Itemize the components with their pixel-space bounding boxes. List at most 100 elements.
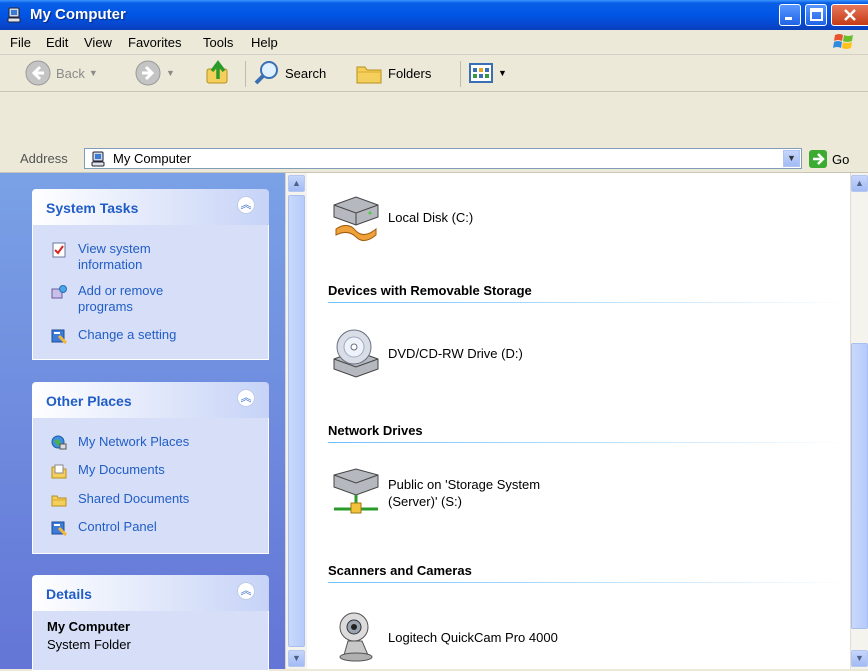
menu-help[interactable]: Help	[251, 35, 278, 50]
place-control-panel[interactable]: Control Panel	[51, 519, 157, 536]
details-panel: Details ︽ My Computer System Folder	[32, 575, 269, 671]
system-tasks-panel: System Tasks ︽ View system information A…	[32, 189, 269, 360]
scroll-down-button[interactable]: ▼	[288, 650, 305, 667]
go-button[interactable]: Go	[808, 149, 849, 169]
task-label: View system information	[78, 241, 151, 272]
close-button[interactable]	[831, 4, 868, 26]
up-button[interactable]	[204, 59, 232, 87]
scroll-up-button[interactable]: ▲	[288, 175, 305, 192]
other-places-panel: Other Places ︽ My Network Places My Docu…	[32, 382, 269, 554]
search-label: Search	[285, 65, 327, 81]
place-my-documents[interactable]: My Documents	[51, 462, 165, 479]
item-label: Local Disk (C:)	[388, 209, 474, 225]
standard-buttons: Back ▼ ▼ Search Folders ▼	[0, 55, 868, 92]
task-label: Change a setting	[78, 327, 177, 342]
task-add-remove-programs[interactable]: Add or remove programs	[51, 283, 188, 315]
scroll-thumb[interactable]	[851, 343, 868, 629]
views-button[interactable]: ▼	[468, 59, 507, 87]
folders-button[interactable]: Folders	[354, 59, 431, 87]
menu-view[interactable]: View	[84, 35, 112, 50]
panel-title: Other Places	[46, 393, 132, 409]
back-dropdown-icon[interactable]: ▼	[89, 68, 98, 78]
menu-favorites[interactable]: Favorites	[128, 35, 181, 50]
folders-label: Folders	[388, 65, 432, 81]
my-computer-icon	[91, 151, 105, 167]
search-icon	[254, 61, 278, 85]
search-button[interactable]: Search	[253, 59, 326, 87]
network-places-icon	[51, 435, 67, 450]
menu-file[interactable]: File	[10, 35, 31, 50]
task-pane: System Tasks ︽ View system information A…	[0, 173, 285, 671]
group-divider	[328, 302, 850, 303]
scroll-up-button[interactable]: ▲	[851, 175, 868, 192]
back-button[interactable]: Back ▼	[24, 59, 98, 87]
views-dropdown-icon[interactable]: ▼	[498, 68, 507, 78]
go-label: Go	[832, 151, 850, 167]
task-label: My Documents	[78, 462, 165, 477]
task-view-system-information[interactable]: View system information	[51, 241, 188, 273]
minimize-button[interactable]	[779, 4, 801, 26]
task-label: My Network Places	[78, 434, 190, 449]
toolbar-separator	[460, 61, 461, 87]
address-label: Address	[20, 151, 68, 166]
webcam-icon	[339, 612, 373, 662]
add-remove-icon	[51, 285, 67, 299]
maximize-button[interactable]	[805, 4, 827, 26]
menu-edit[interactable]: Edit	[46, 35, 68, 50]
system-tasks-header[interactable]: System Tasks ︽	[32, 189, 269, 225]
collapse-chevron-icon[interactable]: ︽	[237, 196, 255, 214]
place-shared-documents[interactable]: Shared Documents	[51, 491, 189, 508]
task-change-a-setting[interactable]: Change a setting	[51, 327, 176, 344]
address-input[interactable]: My Computer ▼	[84, 148, 802, 169]
menu-tools[interactable]: Tools	[203, 35, 233, 50]
other-places-header[interactable]: Other Places ︽	[32, 382, 269, 418]
system-info-icon	[52, 242, 66, 258]
my-computer-icon	[7, 7, 21, 23]
scroll-down-button[interactable]: ▼	[851, 650, 868, 667]
drive-dvd-cd-rw-d[interactable]: DVD/CD-RW Drive (D:)	[328, 325, 523, 381]
drive-public-storage-system-s[interactable]: Public on 'Storage System (Server)' (S:)	[328, 465, 578, 521]
folder-up-icon	[206, 60, 228, 84]
item-label: Logitech QuickCam Pro 4000	[388, 629, 558, 645]
device-logitech-quickcam[interactable]: Logitech QuickCam Pro 4000	[328, 609, 558, 665]
content-scrollbar[interactable]: ▲ ▼	[850, 173, 868, 669]
group-header-network-drives: Network Drives	[328, 423, 423, 438]
menu-bar: File Edit View Favorites Tools Help	[0, 30, 868, 55]
collapse-chevron-icon[interactable]: ︽	[237, 389, 255, 407]
title-bar[interactable]: My Computer	[0, 0, 868, 30]
forward-dropdown-icon[interactable]: ▼	[166, 68, 175, 78]
window-title: My Computer	[30, 6, 126, 23]
task-pane-scrollbar[interactable]: ▲ ▼	[285, 173, 307, 669]
group-header-scanners-cameras: Scanners and Cameras	[328, 563, 472, 578]
maximize-icon	[810, 8, 823, 21]
collapse-chevron-icon[interactable]: ︽	[237, 582, 255, 600]
group-divider	[328, 582, 850, 583]
hard-disk-icon	[333, 196, 379, 241]
group-header-removable: Devices with Removable Storage	[328, 283, 532, 298]
system-tasks-body: View system information Add or remove pr…	[32, 225, 269, 360]
back-label: Back	[56, 65, 85, 81]
item-label: DVD/CD-RW Drive (D:)	[388, 345, 523, 361]
minimize-icon	[785, 17, 792, 20]
details-type: System Folder	[47, 637, 131, 652]
group-divider	[328, 442, 850, 443]
close-icon	[844, 9, 856, 21]
details-body: My Computer System Folder	[32, 611, 269, 671]
task-label: Control Panel	[78, 519, 157, 534]
place-my-network-places[interactable]: My Network Places	[51, 434, 189, 451]
views-icon	[469, 63, 493, 83]
forward-button[interactable]: ▼	[134, 59, 175, 87]
my-documents-icon	[51, 464, 67, 479]
drive-local-disk-c[interactable]: Local Disk (C:)	[328, 189, 473, 245]
scroll-thumb[interactable]	[288, 195, 305, 647]
task-label: Add or remove programs	[78, 283, 164, 314]
network-drive-icon	[333, 468, 379, 514]
details-name: My Computer	[47, 619, 131, 634]
address-value: My Computer	[113, 151, 192, 166]
address-dropdown-button[interactable]: ▼	[783, 150, 800, 167]
address-bar: Address My Computer ▼ Go	[0, 146, 868, 173]
dvd-drive-icon	[333, 329, 379, 378]
item-label: Public on 'Storage System (Server)' (S:)	[388, 477, 541, 509]
task-label: Shared Documents	[78, 491, 190, 506]
details-header[interactable]: Details ︽	[32, 575, 269, 611]
